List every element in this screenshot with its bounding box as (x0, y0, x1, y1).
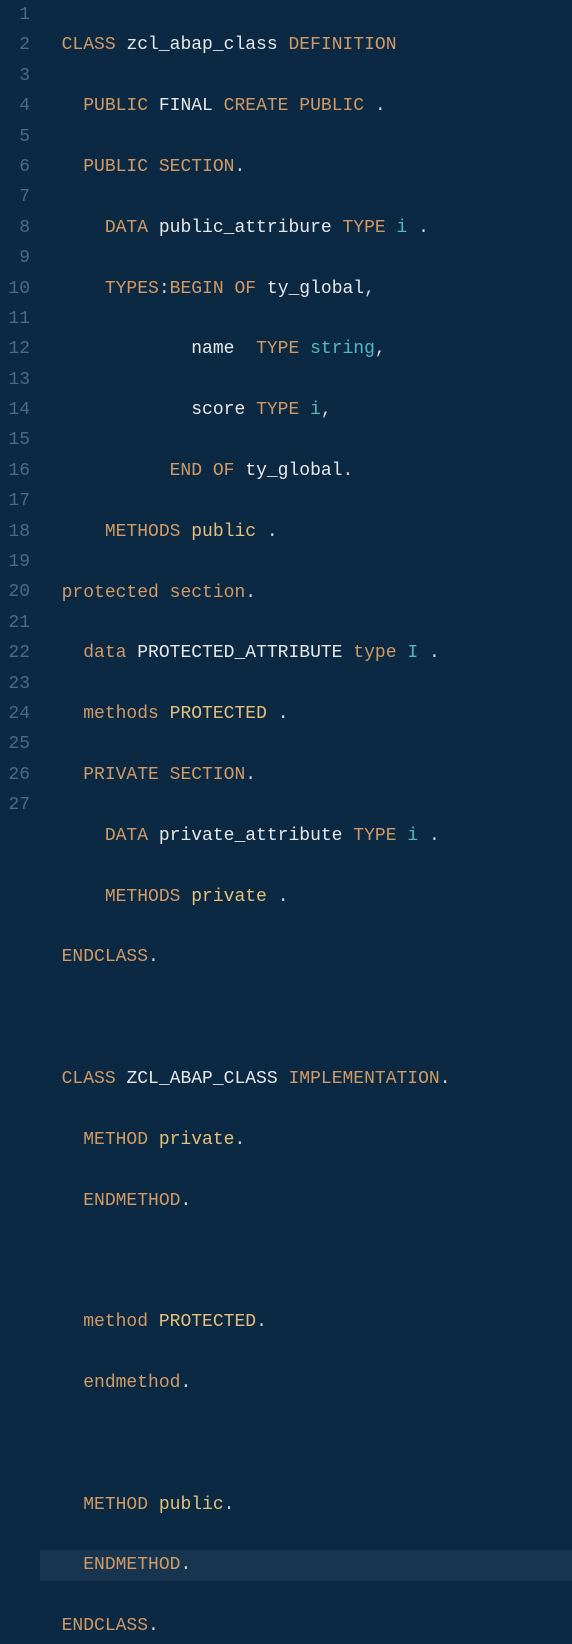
line-number: 6 (0, 152, 30, 182)
code-line: ENDMETHOD. (40, 1186, 572, 1216)
line-number-gutter: 1 2 3 4 5 6 7 8 9 10 11 12 13 14 15 16 1… (0, 0, 40, 822)
code-line: PUBLIC SECTION. (40, 152, 572, 182)
line-number: 8 (0, 213, 30, 243)
code-line (40, 1003, 572, 1033)
line-number: 26 (0, 760, 30, 790)
code-line: PRIVATE SECTION. (40, 760, 572, 790)
code-line: ENDMETHOD. (40, 1550, 572, 1580)
line-number: 1 (0, 0, 30, 30)
code-line: METHODS private . (40, 882, 572, 912)
line-number: 23 (0, 669, 30, 699)
line-number: 12 (0, 334, 30, 364)
code-line: METHOD private. (40, 1125, 572, 1155)
line-number: 27 (0, 790, 30, 820)
line-number: 11 (0, 304, 30, 334)
line-number: 21 (0, 608, 30, 638)
code-content[interactable]: CLASS zcl_abap_class DEFINITION PUBLIC F… (40, 0, 572, 822)
line-number: 18 (0, 517, 30, 547)
line-number: 20 (0, 577, 30, 607)
code-line: PUBLIC FINAL CREATE PUBLIC . (40, 91, 572, 121)
code-line: DATA private_attribute TYPE i . (40, 821, 572, 851)
code-line: methods PROTECTED . (40, 699, 572, 729)
line-number: 16 (0, 456, 30, 486)
code-line: TYPES:BEGIN OF ty_global, (40, 274, 572, 304)
line-number: 3 (0, 61, 30, 91)
line-number: 17 (0, 486, 30, 516)
code-editor[interactable]: 1 2 3 4 5 6 7 8 9 10 11 12 13 14 15 16 1… (0, 0, 572, 822)
code-line: CLASS ZCL_ABAP_CLASS IMPLEMENTATION. (40, 1064, 572, 1094)
line-number: 2 (0, 30, 30, 60)
code-line: END OF ty_global. (40, 456, 572, 486)
code-line: endmethod. (40, 1368, 572, 1398)
line-number: 4 (0, 91, 30, 121)
line-number: 9 (0, 243, 30, 273)
line-number: 25 (0, 729, 30, 759)
code-line (40, 1429, 572, 1459)
code-line: METHODS public . (40, 517, 572, 547)
line-number: 19 (0, 547, 30, 577)
line-number: 22 (0, 638, 30, 668)
line-number: 7 (0, 182, 30, 212)
code-line: METHOD public. (40, 1490, 572, 1520)
line-number: 24 (0, 699, 30, 729)
code-line: CLASS zcl_abap_class DEFINITION (40, 30, 572, 60)
code-line (40, 1246, 572, 1276)
line-number: 15 (0, 425, 30, 455)
code-line: protected section. (40, 578, 572, 608)
code-line: ENDCLASS. (40, 942, 572, 972)
line-number: 13 (0, 365, 30, 395)
line-number: 5 (0, 122, 30, 152)
code-line: score TYPE i, (40, 395, 572, 425)
code-line: method PROTECTED. (40, 1307, 572, 1337)
code-line: ENDCLASS. (40, 1611, 572, 1641)
code-line: data PROTECTED_ATTRIBUTE type I . (40, 638, 572, 668)
line-number: 14 (0, 395, 30, 425)
line-number: 10 (0, 274, 30, 304)
code-line: name TYPE string, (40, 334, 572, 364)
code-line: DATA public_attribure TYPE i . (40, 213, 572, 243)
